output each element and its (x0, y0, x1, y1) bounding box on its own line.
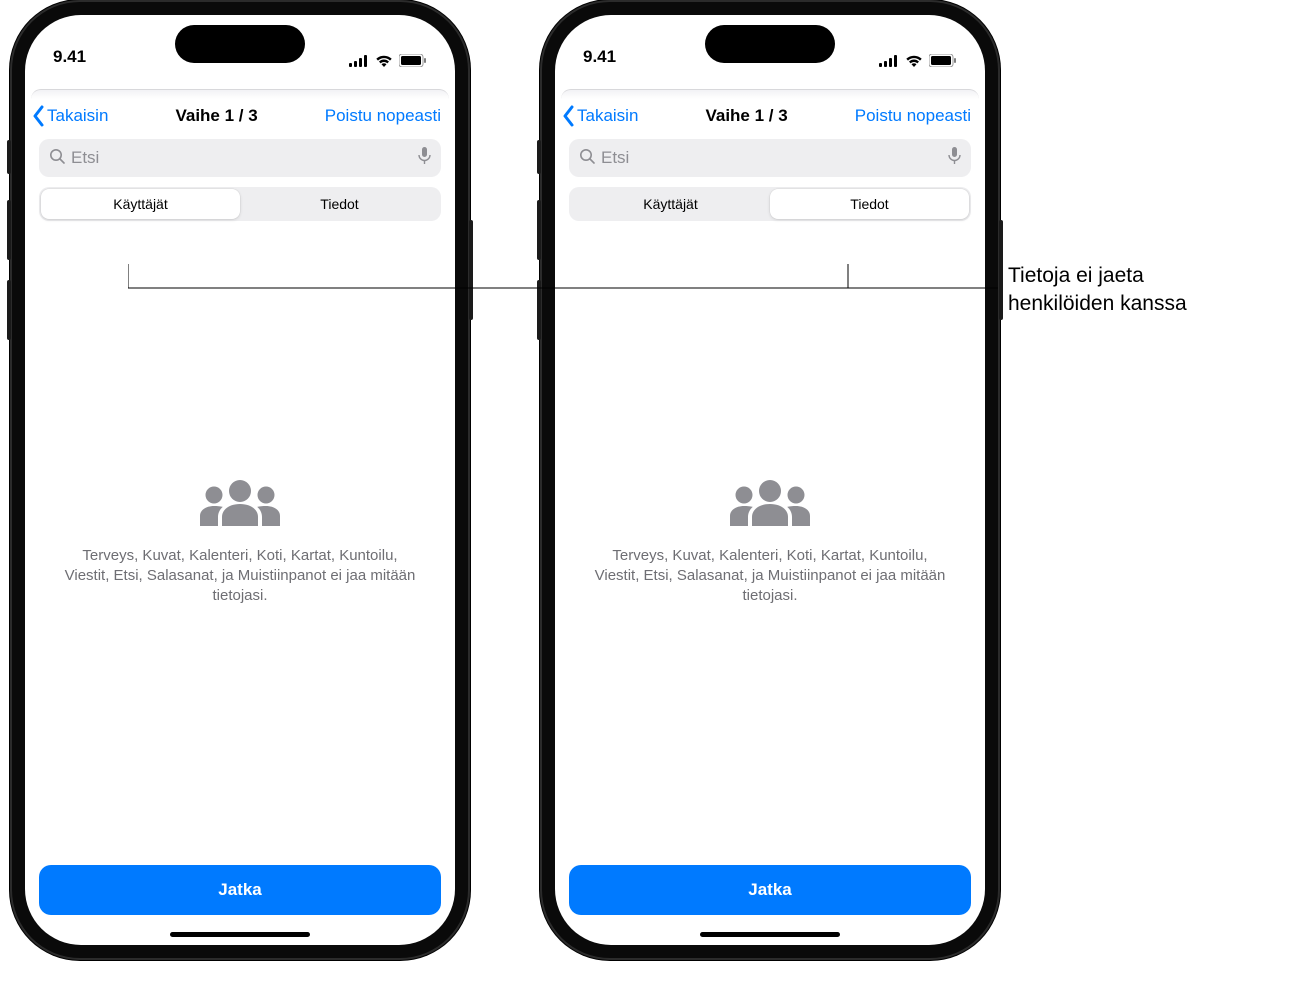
empty-state-message: Terveys, Kuvat, Kalenteri, Koti, Kartat,… (589, 546, 951, 607)
segmented-control: Käyttäjät Tiedot (569, 187, 971, 221)
search-icon (579, 148, 595, 169)
segmented-control: Käyttäjät Tiedot (39, 187, 441, 221)
search-placeholder: Etsi (601, 148, 942, 168)
people-group-icon (197, 480, 283, 532)
search-placeholder: Etsi (71, 148, 412, 168)
status-time: 9.41 (53, 47, 86, 67)
power-button (999, 220, 1003, 320)
back-label: Takaisin (47, 106, 108, 126)
quick-exit-button[interactable]: Poistu nopeasti (325, 106, 441, 126)
mic-icon[interactable] (418, 147, 431, 170)
empty-state: Terveys, Kuvat, Kalenteri, Koti, Kartat,… (555, 221, 985, 865)
comparison-stage: 9.41 (0, 0, 1311, 995)
segment-data[interactable]: Tiedot (770, 189, 969, 219)
nav-title: Vaihe 1 / 3 (175, 106, 257, 126)
segment-users[interactable]: Käyttäjät (571, 189, 770, 219)
segment-data[interactable]: Tiedot (240, 189, 439, 219)
silent-switch (7, 140, 11, 174)
phone-mock-left: 9.41 (10, 0, 470, 960)
sheet-grabber (555, 89, 985, 99)
continue-button[interactable]: Jatka (569, 865, 971, 915)
dynamic-island (175, 25, 305, 63)
cellular-signal-icon (879, 55, 899, 67)
volume-down-button (7, 280, 11, 340)
power-button (469, 220, 473, 320)
back-label: Takaisin (577, 106, 638, 126)
annotation-text: Tietoja ei jaeta henkilöiden kanssa (1008, 262, 1311, 319)
sheet-grabber (25, 89, 455, 99)
volume-up-button (537, 200, 541, 260)
search-field[interactable]: Etsi (569, 139, 971, 177)
empty-state-message: Terveys, Kuvat, Kalenteri, Koti, Kartat,… (59, 546, 421, 607)
screen: 9.41 (25, 15, 455, 945)
home-indicator (170, 932, 310, 937)
battery-icon (929, 54, 957, 67)
silent-switch (537, 140, 541, 174)
phone-mock-right: 9.41 (540, 0, 1000, 960)
chevron-left-icon (561, 105, 575, 127)
wifi-icon (375, 55, 393, 67)
people-group-icon (727, 480, 813, 532)
back-button[interactable]: Takaisin (31, 105, 108, 127)
screen: 9.41 (555, 15, 985, 945)
search-field[interactable]: Etsi (39, 139, 441, 177)
chevron-left-icon (31, 105, 45, 127)
cellular-signal-icon (349, 55, 369, 67)
wifi-icon (905, 55, 923, 67)
back-button[interactable]: Takaisin (561, 105, 638, 127)
nav-bar: Takaisin Vaihe 1 / 3 Poistu nopeasti (555, 99, 985, 135)
continue-button[interactable]: Jatka (39, 865, 441, 915)
segment-users[interactable]: Käyttäjät (41, 189, 240, 219)
nav-bar: Takaisin Vaihe 1 / 3 Poistu nopeasti (25, 99, 455, 135)
battery-icon (399, 54, 427, 67)
quick-exit-button[interactable]: Poistu nopeasti (855, 106, 971, 126)
volume-up-button (7, 200, 11, 260)
volume-down-button (537, 280, 541, 340)
dynamic-island (705, 25, 835, 63)
empty-state: Terveys, Kuvat, Kalenteri, Koti, Kartat,… (25, 221, 455, 865)
mic-icon[interactable] (948, 147, 961, 170)
status-time: 9.41 (583, 47, 616, 67)
home-indicator (700, 932, 840, 937)
search-icon (49, 148, 65, 169)
nav-title: Vaihe 1 / 3 (705, 106, 787, 126)
